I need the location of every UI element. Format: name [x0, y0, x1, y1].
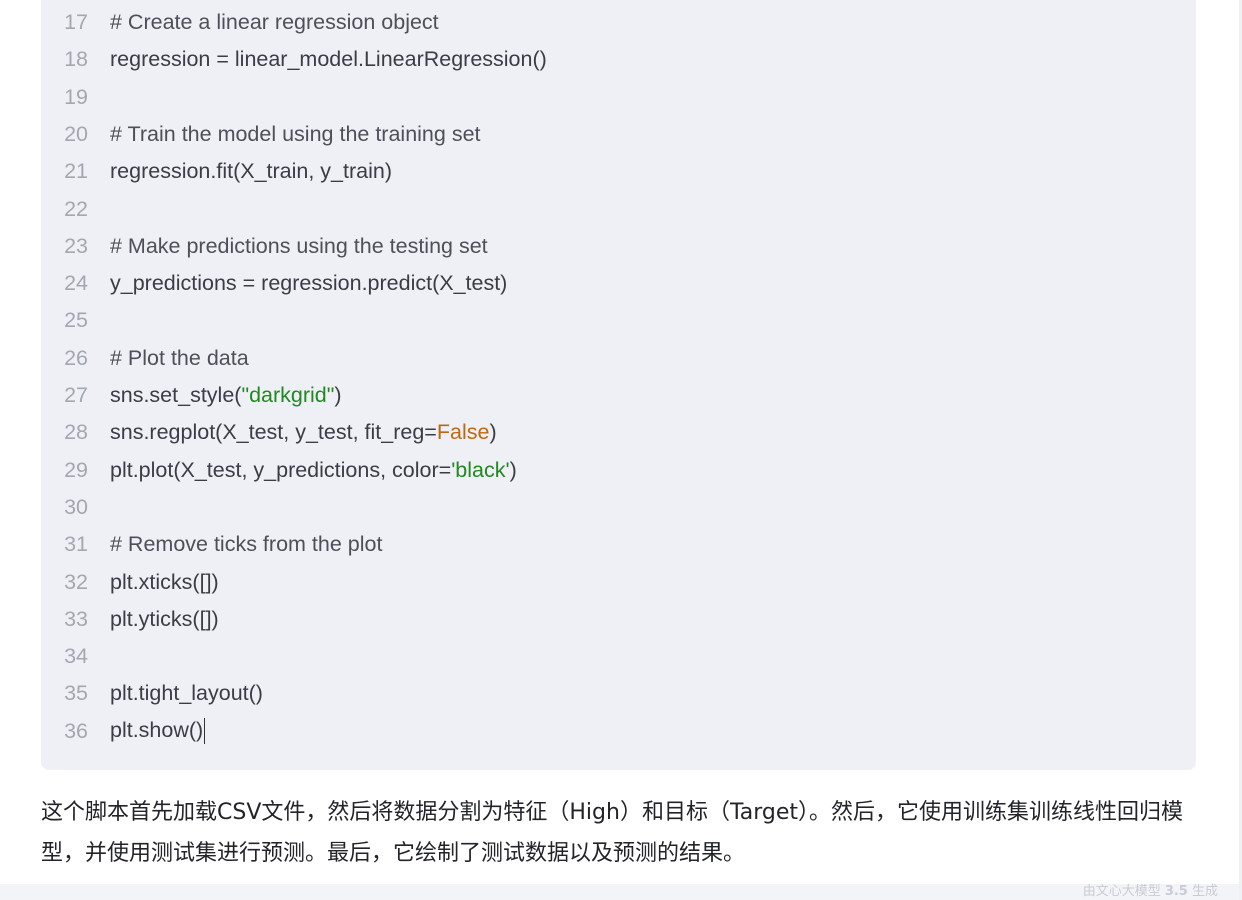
line-number: 21 — [64, 159, 88, 184]
code-text: plt.yticks([]) — [110, 607, 219, 632]
code-line: 35 plt.tight_layout() — [41, 675, 1196, 712]
code-line: 28 sns.regplot(X_test, y_test, fit_reg=Fa… — [41, 414, 1196, 451]
chat-response-page: 17 # Create a linear regression object 18 r… — [0, 0, 1242, 900]
watermark-prefix: 由文心大模型 — [1082, 884, 1165, 899]
line-number: 32 — [64, 569, 88, 594]
code-line: 25 — [41, 302, 1196, 339]
code-line: 31 # Remove ticks from the plot — [41, 526, 1196, 563]
line-number: 31 — [64, 532, 88, 557]
line-number: 17 — [64, 10, 88, 34]
code-token: plt.plot(X_test, y_predictions, color= — [110, 457, 452, 482]
code-token-comment: # Create a linear regression object — [110, 10, 439, 34]
code-text: sns.regplot(X_test, y_test, fit_reg=Fals… — [110, 420, 497, 445]
code-text: # Train the model using the training set — [110, 122, 481, 147]
line-number: 29 — [64, 457, 88, 482]
code-token: ) — [509, 457, 517, 482]
line-number: 34 — [64, 644, 88, 669]
code-line: 24 y_predictions = regression.predict(X_t… — [41, 265, 1196, 302]
line-number: 33 — [64, 606, 88, 631]
code-line: 32 plt.xticks([]) — [41, 564, 1196, 601]
code-text: plt.tight_layout() — [110, 681, 263, 706]
code-token: y_predictions = regression.predict(X_tes… — [110, 271, 508, 296]
code-text: # Make predictions using the testing set — [110, 234, 488, 259]
code-token: regression = linear_model.LinearRegressi… — [110, 47, 547, 72]
line-number: 28 — [64, 420, 88, 445]
code-line: 33 plt.yticks([]) — [41, 601, 1196, 638]
code-line: 34 — [41, 638, 1196, 675]
code-token: sns.set_style( — [110, 383, 242, 407]
line-number: 20 — [64, 121, 88, 146]
watermark-suffix: 生成 — [1187, 884, 1218, 899]
code-text: # Remove ticks from the plot — [110, 532, 382, 557]
line-number: 22 — [64, 196, 88, 221]
code-text: # Plot the data — [110, 346, 249, 371]
code-line: 23 # Make predictions using the testing s… — [41, 228, 1196, 265]
line-number: 23 — [64, 233, 88, 258]
code-line: 21 regression.fit(X_train, y_train) — [41, 153, 1196, 190]
code-token-string: "darkgrid" — [241, 383, 335, 407]
code-token: plt.yticks([]) — [110, 606, 219, 631]
text-caret — [204, 718, 206, 745]
code-token: regression.fit(X_train, y_train) — [110, 159, 392, 184]
code-token-comment: # Remove ticks from the plot — [110, 532, 383, 557]
code-line: 20 # Train the model using the training s… — [41, 116, 1196, 153]
code-line: 27 sns.set_style("darkgrid") — [41, 377, 1196, 414]
explanation-paragraph: 这个脚本首先加载CSV文件，然后将数据分割为特征（High）和目标（Target… — [41, 800, 1184, 866]
code-token-comment: # Train the model using the training set — [110, 121, 481, 146]
line-number: 19 — [64, 84, 88, 109]
code-line: 29 plt.plot(X_test, y_predictions, color=… — [41, 452, 1196, 489]
line-number: 26 — [64, 345, 88, 370]
line-number: 25 — [64, 308, 88, 333]
line-number: 24 — [64, 271, 88, 296]
code-text: plt.xticks([]) — [110, 570, 219, 595]
code-text: sns.set_style("darkgrid") — [110, 383, 342, 408]
line-number: 18 — [64, 47, 88, 72]
code-token-comment: # Make predictions using the testing set — [110, 233, 488, 258]
line-number: 36 — [64, 718, 88, 743]
code-line: 18 regression = linear_model.LinearRegres… — [41, 41, 1196, 78]
code-token: plt.show() — [110, 718, 204, 743]
code-token-string: 'black' — [451, 457, 510, 482]
footer-bar — [0, 884, 1242, 900]
code-text: regression = linear_model.LinearRegressi… — [110, 47, 547, 72]
code-text: y_predictions = regression.predict(X_tes… — [110, 271, 507, 296]
line-number: 30 — [64, 494, 88, 519]
code-block[interactable]: 17 # Create a linear regression object 18 r… — [41, 0, 1196, 770]
watermark-version: 3.5 — [1164, 884, 1188, 899]
code-line: 22 — [41, 191, 1196, 228]
line-number: 27 — [64, 383, 88, 407]
code-text: plt.plot(X_test, y_predictions, color='b… — [110, 458, 517, 483]
code-line: 17 # Create a linear regression object — [41, 4, 1196, 41]
code-text: # Create a linear regression object — [110, 10, 439, 35]
code-token-keyword: False — [436, 420, 490, 445]
code-line: 30 — [41, 489, 1196, 526]
model-watermark: 由文心大模型 3.5 生成 — [1083, 880, 1218, 899]
code-token-comment: # Plot the data — [110, 345, 249, 370]
code-token: ) — [489, 420, 497, 445]
code-token: plt.xticks([]) — [110, 569, 219, 594]
code-text: regression.fit(X_train, y_train) — [110, 159, 392, 184]
code-line: 19 — [41, 79, 1196, 116]
code-token: plt.tight_layout() — [110, 681, 263, 706]
code-text: plt.show() — [110, 718, 206, 745]
code-token: sns.regplot(X_test, y_test, fit_reg= — [110, 420, 437, 445]
line-number: 35 — [64, 681, 88, 706]
code-line: 36 plt.show() — [41, 713, 1196, 750]
code-token: ) — [334, 383, 342, 407]
code-line: 26 # Plot the data — [41, 340, 1196, 377]
